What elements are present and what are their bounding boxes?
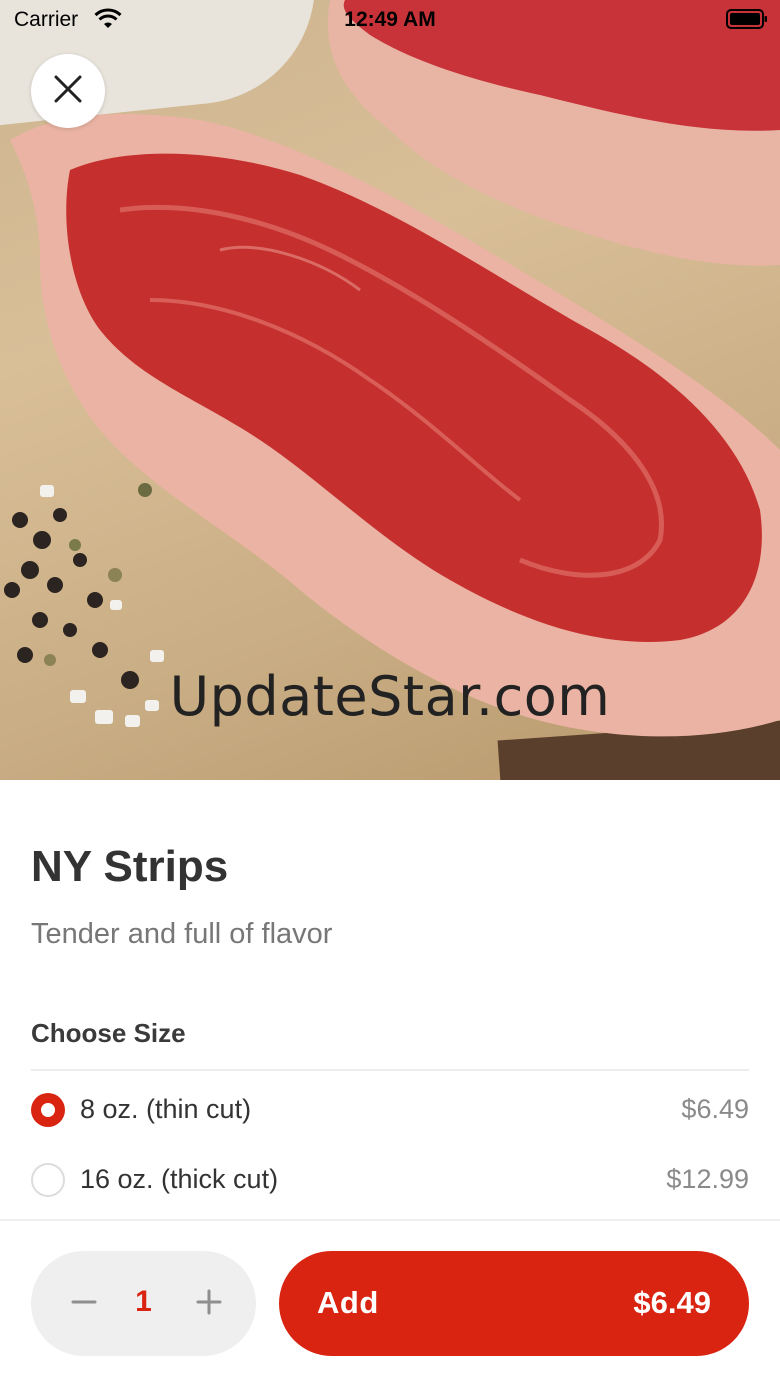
size-option-8oz[interactable]: 8 oz. (thin cut) $6.49 bbox=[31, 1084, 749, 1134]
size-option-price: $6.49 bbox=[681, 1094, 749, 1124]
size-option-label: 8 oz. (thin cut) bbox=[80, 1094, 252, 1124]
item-title: NY Strips bbox=[31, 842, 229, 891]
peppercorns bbox=[4, 483, 152, 689]
close-icon bbox=[53, 74, 83, 109]
add-button-price: $6.49 bbox=[633, 1285, 711, 1320]
size-option-16oz[interactable]: 16 oz. (thick cut) $12.99 bbox=[31, 1154, 749, 1204]
hero-image: UpdateStar.com bbox=[0, 0, 780, 780]
add-to-cart-button[interactable]: Add $6.49 bbox=[279, 1251, 749, 1356]
quantity-stepper: 1 bbox=[31, 1251, 256, 1356]
close-button[interactable] bbox=[31, 54, 105, 128]
watermark-text: UpdateStar.com bbox=[169, 665, 611, 728]
choose-size-heading: Choose Size bbox=[31, 1018, 186, 1048]
increment-button[interactable] bbox=[184, 1277, 234, 1327]
clock-time: 12:49 AM bbox=[344, 8, 436, 31]
battery-icon bbox=[726, 9, 768, 29]
radio-unselected-icon[interactable] bbox=[31, 1163, 65, 1197]
size-option-price: $12.99 bbox=[666, 1164, 749, 1194]
radio-selected-icon[interactable] bbox=[31, 1093, 65, 1127]
item-description: Tender and full of flavor bbox=[31, 918, 333, 950]
size-option-label: 16 oz. (thick cut) bbox=[80, 1164, 279, 1194]
steak-illustration bbox=[4, 0, 780, 737]
footer-divider bbox=[0, 1219, 780, 1221]
plus-icon bbox=[196, 1289, 222, 1315]
section-divider bbox=[31, 1069, 749, 1071]
status-bar: Carrier 12:49 AM bbox=[0, 0, 780, 40]
add-button-label: Add bbox=[317, 1285, 379, 1320]
